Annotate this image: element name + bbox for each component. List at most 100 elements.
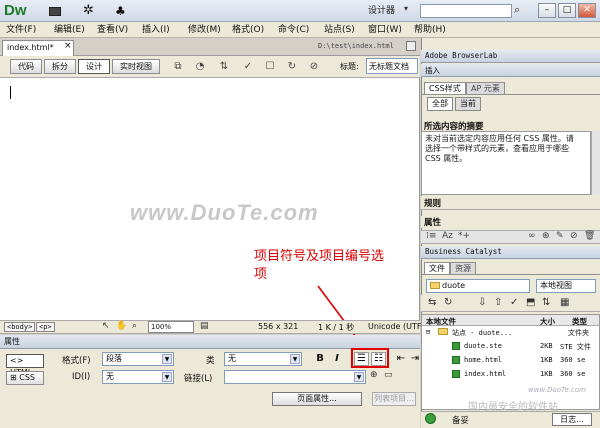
col-type[interactable]: 类型 bbox=[572, 316, 587, 327]
class-label: 类 bbox=[206, 356, 215, 366]
css-mode-button[interactable]: ⊞ CSS bbox=[6, 371, 44, 385]
attributes-bar: 属性 bbox=[421, 216, 600, 228]
file-size: 2KB bbox=[540, 342, 553, 350]
attributes-label: 属性 bbox=[424, 218, 442, 228]
put-files-icon[interactable]: ⇧ bbox=[494, 297, 502, 308]
site-select-value: duote bbox=[442, 281, 466, 290]
check-out-icon[interactable]: ✓ bbox=[510, 297, 518, 308]
set-properties-icon[interactable]: *+ bbox=[458, 231, 470, 241]
status-icon bbox=[425, 413, 436, 424]
tab-ap-elements[interactable]: AP 元素 bbox=[466, 82, 505, 94]
chevron-down-icon: ▼ bbox=[354, 372, 364, 382]
folder-icon bbox=[438, 328, 448, 335]
refresh-icon[interactable]: ↻ bbox=[444, 297, 452, 308]
file-type: STE 文件 bbox=[560, 343, 591, 351]
chevron-down-icon: ▼ bbox=[162, 372, 172, 382]
class-select[interactable]: 无 ▼ bbox=[224, 352, 302, 366]
page-properties-button[interactable]: 页面属性... bbox=[272, 392, 362, 406]
format-value: 段落 bbox=[106, 354, 122, 363]
hand-tool-icon[interactable]: ✋ bbox=[116, 321, 127, 331]
zoom-select[interactable]: 100% bbox=[148, 321, 194, 333]
summary-scrollbar[interactable] bbox=[591, 131, 600, 195]
attach-stylesheet-icon[interactable]: ∞ bbox=[528, 231, 536, 241]
bold-button[interactable]: B bbox=[313, 352, 327, 366]
insert-title: 插入 bbox=[425, 66, 440, 75]
file-name: home.html bbox=[464, 356, 502, 364]
pointer-tool-icon[interactable]: ↖ bbox=[102, 321, 110, 331]
chevron-down-icon: ▼ bbox=[162, 354, 172, 364]
id-select[interactable]: 无 ▼ bbox=[102, 370, 174, 384]
divider bbox=[421, 274, 600, 275]
insert-header[interactable]: 插入 bbox=[421, 64, 600, 77]
window-size-icon[interactable]: ▤ bbox=[200, 321, 209, 331]
tab-css-styles[interactable]: CSS样式 bbox=[424, 82, 466, 94]
file-name: index.html bbox=[464, 370, 507, 378]
delete-icon[interactable]: 🗑 bbox=[584, 231, 595, 241]
col-local-files[interactable]: 本地文件 bbox=[426, 316, 456, 327]
tab-files[interactable]: 文件 bbox=[424, 262, 450, 274]
encoding: Unicode (UTF bbox=[368, 322, 422, 331]
tab-assets[interactable]: 资源 bbox=[450, 262, 476, 274]
tag-selector-p[interactable]: <p> bbox=[36, 322, 55, 332]
css-current-button[interactable]: 当前 bbox=[455, 97, 481, 111]
browserlab-header[interactable]: Adobe BrowserLab bbox=[421, 50, 600, 63]
code-icon: <> bbox=[10, 356, 24, 365]
class-value: 无 bbox=[228, 354, 236, 363]
indent-icon[interactable]: ⇥ bbox=[408, 352, 422, 366]
file-size: 1KB bbox=[540, 356, 553, 364]
divider bbox=[421, 94, 600, 95]
zoom-tool-icon[interactable]: ⌕ bbox=[132, 321, 137, 331]
css-icon: ⊞ bbox=[10, 373, 20, 382]
connect-icon[interactable]: ⇆ bbox=[428, 297, 436, 308]
id-label: ID(I) bbox=[72, 372, 91, 382]
download-size: 1 K / 1 秒 bbox=[318, 323, 355, 332]
category-view-icon[interactable]: ⁞≡ bbox=[426, 231, 436, 241]
view-select[interactable]: 本地视图 bbox=[536, 279, 596, 293]
collapse-icon[interactable]: ⊟ bbox=[426, 328, 430, 336]
disable-icon[interactable]: ⊘ bbox=[570, 231, 578, 241]
file-type: 360 se bbox=[560, 356, 586, 364]
file-icon bbox=[452, 370, 460, 378]
chevron-down-icon: ▼ bbox=[290, 354, 300, 364]
file-icon bbox=[452, 356, 460, 364]
file-type: 文件夹 bbox=[568, 329, 589, 337]
format-select[interactable]: 段落 ▼ bbox=[102, 352, 174, 366]
tag-selector-body[interactable]: <body> bbox=[4, 322, 36, 332]
log-button[interactable]: 日志... bbox=[552, 413, 592, 426]
list-item-button[interactable]: 列表项目... bbox=[372, 392, 416, 406]
business-catalyst-title: Business Catalyst bbox=[425, 247, 502, 256]
check-in-icon[interactable]: ⬒ bbox=[526, 297, 535, 308]
sync-icon[interactable]: ⇅ bbox=[542, 297, 550, 308]
file-icon bbox=[452, 342, 460, 350]
italic-button[interactable]: I bbox=[330, 352, 344, 366]
expand-icon[interactable]: ▦ bbox=[560, 297, 569, 308]
status-bar bbox=[0, 320, 420, 334]
window-size[interactable]: 556 x 321 bbox=[258, 322, 298, 331]
properties-header: 属性 bbox=[0, 335, 420, 349]
file-name: 站点 - duote... bbox=[452, 329, 513, 337]
point-to-file-icon[interactable]: ⊕ bbox=[370, 370, 378, 380]
file-name: duote.ste bbox=[464, 342, 502, 350]
link-input[interactable]: ▼ bbox=[224, 370, 366, 384]
business-catalyst-header[interactable]: Business Catalyst bbox=[421, 246, 600, 259]
file-type: 360 se bbox=[560, 370, 586, 378]
zoom-value: 100% bbox=[151, 323, 172, 331]
col-size[interactable]: 大小 bbox=[540, 316, 555, 327]
css-mode-label: CSS bbox=[19, 373, 35, 382]
html-mode-button[interactable]: <> HTML bbox=[6, 354, 44, 377]
edit-rule-icon[interactable]: ✎ bbox=[556, 231, 564, 241]
format-label: 格式(F) bbox=[62, 356, 91, 366]
rules-label: 规则 bbox=[424, 199, 442, 209]
site-select[interactable]: duote bbox=[426, 279, 530, 293]
outdent-icon[interactable]: ⇤ bbox=[394, 352, 408, 366]
list-view-icon[interactable]: Az bbox=[442, 231, 453, 241]
view-select-value: 本地视图 bbox=[540, 281, 572, 290]
new-rule-icon[interactable]: ⊕ bbox=[542, 231, 550, 241]
file-size: 1KB bbox=[540, 370, 553, 378]
browse-folder-icon[interactable]: ▭ bbox=[384, 370, 393, 380]
watermark: www.DuoTe.com bbox=[528, 386, 586, 394]
folder-icon bbox=[430, 282, 440, 289]
get-files-icon[interactable]: ⇩ bbox=[478, 297, 486, 308]
css-all-button[interactable]: 全部 bbox=[427, 97, 453, 111]
summary-text: 未对当前选定内容应用任何 CSS 属性。请选择一个带样式的元素，查看应用于哪些 … bbox=[425, 134, 574, 163]
